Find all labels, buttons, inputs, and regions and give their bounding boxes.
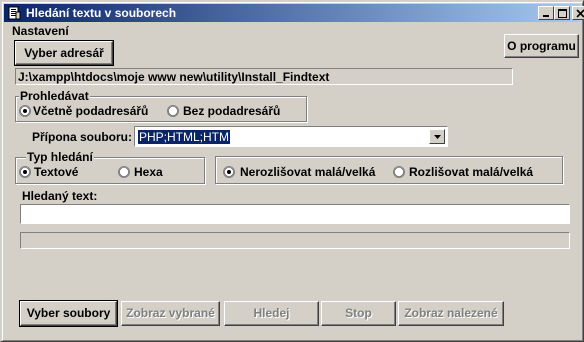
choose-directory-button[interactable]: Vyber adresář <box>14 40 114 66</box>
about-button[interactable]: O programu <box>504 34 579 58</box>
minimize-icon <box>543 15 549 17</box>
app-icon <box>8 6 21 20</box>
maximize-button[interactable] <box>554 6 570 20</box>
search-type-group-label: Typ hledání <box>26 150 94 164</box>
path-text: J:\xampp\htdocs\moje www new\utility\Ins… <box>18 70 330 84</box>
chevron-down-icon <box>434 135 441 139</box>
maximize-icon <box>558 9 567 18</box>
radio-case-sensitive[interactable] <box>393 166 405 178</box>
case-insensitive-label[interactable]: Nerozlišovat malá/velká <box>240 165 375 179</box>
browse-group-label: Prohledávat <box>19 89 90 103</box>
radio-include-subdirs[interactable] <box>19 105 31 117</box>
hex-search-label[interactable]: Hexa <box>134 165 163 179</box>
extension-label: Přípona souboru: <box>32 130 132 144</box>
include-subdirs-label[interactable]: Včetně podadresářů <box>33 104 148 118</box>
text-search-label[interactable]: Textové <box>34 165 78 179</box>
settings-group-label: Nastavení <box>11 24 70 38</box>
search-text-label: Hledaný text: <box>22 189 98 203</box>
close-icon <box>576 9 584 18</box>
search-text-input[interactable] <box>20 204 570 224</box>
show-selected-button[interactable]: Zobraz vybrané <box>121 301 220 326</box>
extension-dropdown-button[interactable] <box>429 129 445 144</box>
radio-case-insensitive[interactable] <box>223 166 235 178</box>
window-title: Hledání textu v souborech <box>26 6 177 20</box>
minimize-button[interactable] <box>538 6 554 20</box>
extension-value: PHP;HTML;HTM <box>138 130 230 144</box>
close-button[interactable] <box>572 6 584 20</box>
radio-text-search[interactable] <box>19 166 31 178</box>
main-window: Hledání textu v souborech Nastavení Vybe… <box>0 0 584 342</box>
stop-button[interactable]: Stop <box>321 301 396 326</box>
progress-bar <box>20 232 570 249</box>
search-button[interactable]: Hledej <box>224 301 319 326</box>
case-sensitive-label[interactable]: Rozlišovat malá/velká <box>409 165 533 179</box>
radio-hex-search[interactable] <box>118 166 130 178</box>
radio-no-subdirs[interactable] <box>167 105 179 117</box>
no-subdirs-label[interactable]: Bez podadresářů <box>183 104 280 118</box>
choose-files-button[interactable]: Vyber soubory <box>19 300 118 327</box>
title-bar[interactable]: Hledání textu v souborech <box>4 4 584 22</box>
path-display: J:\xampp\htdocs\moje www new\utility\Ins… <box>15 68 513 85</box>
show-found-button[interactable]: Zobraz nalezené <box>398 301 504 326</box>
extension-combobox[interactable]: PHP;HTML;HTM <box>134 126 448 147</box>
